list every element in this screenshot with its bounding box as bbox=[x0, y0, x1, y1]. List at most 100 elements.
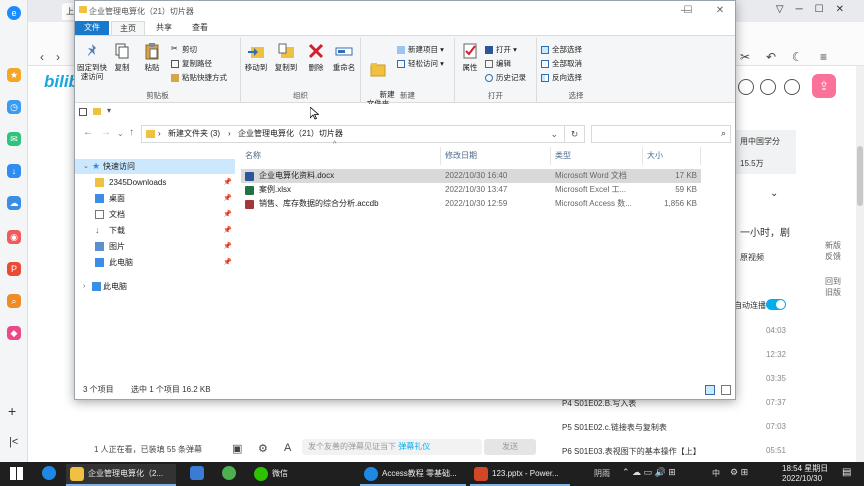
moon-icon[interactable]: ☾ bbox=[792, 50, 803, 64]
clock-icon[interactable]: ◷ bbox=[7, 100, 21, 114]
tab-share[interactable]: 共享 bbox=[147, 21, 181, 35]
pin-quick-access-button[interactable]: 固定到快速访问 bbox=[77, 42, 107, 81]
nav-item-this-pc-pinned[interactable]: 此电脑 📌 bbox=[75, 255, 235, 270]
danmaku-etiquette-link[interactable]: 弹幕礼仪 bbox=[398, 442, 430, 451]
tab-view[interactable]: 查看 bbox=[183, 21, 217, 35]
pin-icon[interactable]: 📌 bbox=[223, 255, 232, 270]
menu-icon[interactable]: ≡ bbox=[820, 50, 827, 64]
nav-item-pictures[interactable]: 图片 📌 bbox=[75, 239, 235, 254]
history-icon[interactable] bbox=[760, 79, 776, 95]
nav-item-documents[interactable]: 文档 📌 bbox=[75, 207, 235, 222]
recent-dropdown-icon[interactable]: ⌄ bbox=[117, 129, 124, 138]
expand-icon[interactable]: ⌄ bbox=[770, 188, 778, 199]
select-none-button[interactable]: 全部取消 bbox=[541, 58, 582, 69]
lightbulb-icon[interactable] bbox=[784, 79, 800, 95]
tab-home[interactable]: 主页 bbox=[111, 21, 145, 35]
browser-logo-icon[interactable]: e bbox=[7, 6, 21, 20]
history-button[interactable]: 历史记录 bbox=[485, 72, 526, 83]
taskbar-item-explorer[interactable]: 企业管理电算化（2... bbox=[66, 464, 176, 484]
customize-dropdown-icon[interactable]: ▾ bbox=[107, 106, 111, 115]
browser-icon[interactable] bbox=[42, 466, 56, 480]
search-icon[interactable]: ⌕ bbox=[7, 294, 21, 308]
star-icon[interactable]: ★ bbox=[7, 68, 21, 82]
tab-file[interactable]: 文件 bbox=[75, 21, 109, 35]
collapse-icon[interactable]: |< bbox=[9, 436, 18, 448]
add-icon[interactable]: + bbox=[8, 403, 16, 419]
paste-shortcut-button[interactable]: 粘贴快捷方式 bbox=[171, 72, 227, 83]
maximize-button[interactable]: ☐ bbox=[677, 4, 699, 18]
invert-selection-button[interactable]: 反向选择 bbox=[541, 72, 582, 83]
breadcrumb-item[interactable]: 企业管理电算化（21）切片器 bbox=[238, 126, 343, 142]
chat-icon[interactable]: ✉ bbox=[7, 132, 21, 146]
move-to-button[interactable]: 移动到 bbox=[241, 42, 271, 72]
column-header-size[interactable]: 大小 bbox=[643, 147, 701, 165]
nav-item-downloads[interactable]: ↓ 下载 📌 bbox=[75, 223, 235, 238]
expand-arrow-icon[interactable]: › bbox=[83, 279, 85, 294]
column-header-name[interactable]: 名称 bbox=[241, 147, 441, 165]
rename-button[interactable]: 重命名 bbox=[329, 42, 359, 72]
pin-icon[interactable]: 📌 bbox=[223, 223, 232, 238]
taskbar-item-powerpoint[interactable]: 123.pptx - Power... bbox=[470, 464, 570, 484]
old-version-button[interactable]: 回到 旧版 bbox=[818, 276, 848, 298]
send-button[interactable]: 发送 bbox=[484, 439, 536, 455]
address-dropdown-icon[interactable]: ⌄ bbox=[550, 126, 558, 142]
avatar-icon[interactable] bbox=[738, 79, 754, 95]
danmaku-settings-icon[interactable]: ⚙ bbox=[258, 442, 268, 455]
scrollbar-thumb[interactable] bbox=[857, 146, 863, 206]
forward-icon[interactable]: › bbox=[56, 50, 60, 64]
checkbox-icon[interactable] bbox=[79, 108, 87, 116]
copy-button[interactable]: 复制 bbox=[107, 42, 137, 72]
game-icon[interactable]: ◉ bbox=[7, 230, 21, 244]
nav-quick-access[interactable]: ⌄ ★ 快速访问 bbox=[75, 159, 235, 174]
address-bar[interactable]: › 新建文件夹 (3) › 企业管理电算化（21）切片器 ⌄ bbox=[141, 125, 565, 143]
page-scrollbar[interactable] bbox=[856, 66, 864, 462]
easy-access-button[interactable]: 轻松访问 ▾ bbox=[397, 58, 444, 69]
scissors-icon[interactable]: ✂ bbox=[740, 50, 750, 64]
back-icon[interactable]: ← bbox=[83, 127, 93, 138]
titlebar[interactable]: 企业管理电算化（21）切片器 — ☐ ✕ bbox=[75, 1, 735, 21]
taskbar-item-wechat[interactable]: 微信 bbox=[250, 464, 310, 484]
clock-date[interactable]: 2022/10/30 bbox=[782, 474, 822, 483]
forward-icon[interactable]: → bbox=[101, 127, 111, 138]
file-row[interactable]: 案例.xlsx 2022/10/30 13:47 Microsoft Excel… bbox=[241, 183, 701, 197]
undo-icon[interactable]: ↶ bbox=[766, 50, 776, 64]
pin-icon[interactable]: 📌 bbox=[223, 207, 232, 222]
select-all-button[interactable]: 全部选择 bbox=[541, 44, 582, 55]
column-header-type[interactable]: 类型 bbox=[551, 147, 643, 165]
app-icon[interactable] bbox=[190, 466, 204, 480]
nav-item-desktop[interactable]: 桌面 📌 bbox=[75, 191, 235, 206]
refresh-button[interactable]: ↻ bbox=[565, 125, 585, 143]
browser-window-buttons[interactable]: ▽─☐✕ bbox=[776, 4, 856, 15]
danmaku-toggle-icon[interactable]: ▣ bbox=[232, 442, 242, 455]
danmaku-input[interactable]: 发个友善的弹幕见证当下 弹幕礼仪 bbox=[302, 439, 482, 455]
copy-path-button[interactable]: 复制路径 bbox=[171, 58, 212, 69]
breadcrumb-item[interactable]: 新建文件夹 (3) bbox=[168, 126, 220, 142]
clock-time[interactable]: 18:54 星期日 bbox=[782, 463, 828, 474]
column-header-date[interactable]: 修改日期 bbox=[441, 147, 551, 165]
open-button[interactable]: 打开 ▾ bbox=[485, 44, 517, 55]
delete-button[interactable]: 删除 bbox=[301, 42, 331, 72]
nav-item-downloads-folder[interactable]: 2345Downloads 📌 bbox=[75, 175, 235, 190]
new-item-button[interactable]: 新建项目 ▾ bbox=[397, 44, 444, 55]
notification-icon[interactable]: ▤ bbox=[842, 467, 851, 478]
details-view-icon[interactable] bbox=[705, 385, 715, 395]
pin-icon[interactable]: 📌 bbox=[223, 239, 232, 254]
text-style-icon[interactable]: A bbox=[284, 442, 291, 454]
search-input[interactable]: ⌕ bbox=[591, 125, 731, 143]
large-icons-view-icon[interactable] bbox=[721, 385, 731, 395]
ime-icon[interactable]: ⚙ ⊞ bbox=[730, 467, 748, 478]
paste-button[interactable]: 粘贴 bbox=[137, 42, 167, 72]
app-icon[interactable]: ◆ bbox=[7, 326, 21, 340]
start-icon[interactable] bbox=[10, 467, 23, 480]
edit-button[interactable]: 编辑 bbox=[485, 58, 511, 69]
back-icon[interactable]: ‹ bbox=[40, 50, 44, 64]
ime-indicator[interactable]: 中 bbox=[712, 468, 720, 479]
pin-icon[interactable]: 📌 bbox=[223, 191, 232, 206]
download-icon[interactable]: ↓ bbox=[7, 164, 21, 178]
nav-this-pc[interactable]: › 此电脑 bbox=[75, 279, 235, 294]
expand-arrow-icon[interactable]: ⌄ bbox=[83, 159, 89, 174]
feedback-button[interactable]: 新版 反馈 bbox=[818, 240, 848, 262]
taskbar-item-browser[interactable]: Access教程 零基础... bbox=[360, 464, 466, 484]
panel-line-4[interactable]: 原视频 bbox=[740, 252, 764, 263]
close-button[interactable]: ✕ bbox=[709, 4, 731, 18]
